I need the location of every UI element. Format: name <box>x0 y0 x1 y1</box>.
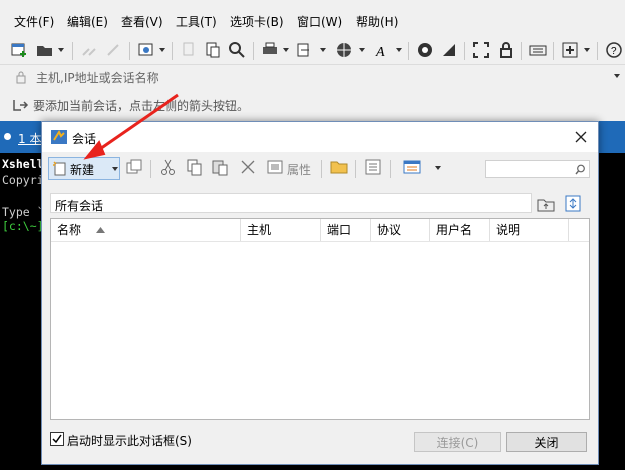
new-button-label: 新建 <box>70 163 95 177</box>
column-name[interactable]: 名称 <box>51 219 241 241</box>
terminal-line: Copyri <box>2 173 44 187</box>
tab-status-dot-icon <box>4 133 11 140</box>
menu-help[interactable]: 帮助(H) <box>356 13 398 30</box>
menu-bar: 文件(F) 编辑(E) 查看(V) 工具(T) 选项卡(B) 窗口(W) 帮助(… <box>0 0 625 38</box>
transfer-icon[interactable] <box>295 41 313 59</box>
session-list-icon[interactable] <box>364 158 382 176</box>
close-button[interactable]: 关闭 <box>506 432 587 452</box>
session-list-header: 名称 主机 端口 协议 用户名 说明 <box>51 219 589 242</box>
menu-tools[interactable]: 工具(T) <box>176 13 217 30</box>
open-folder-icon[interactable] <box>36 41 54 59</box>
folder-path-label: 所有会话 <box>55 199 104 213</box>
svg-text:?: ? <box>611 46 617 57</box>
menu-edit[interactable]: 编辑(E) <box>67 13 108 30</box>
globe-icon[interactable] <box>335 41 353 59</box>
menu-view[interactable]: 查看(V) <box>121 13 163 30</box>
link-icon <box>82 48 96 56</box>
dialog-toolbar: 新建 属性 <box>42 152 598 184</box>
checkmark-icon <box>52 434 62 444</box>
view-icon[interactable] <box>403 158 421 176</box>
column-port[interactable]: 端口 <box>321 219 371 241</box>
sessions-dialog: 会话 新建 属性 所有会话 名称 主机 端口 协议 用户名 说明 启动时显示此对… <box>41 121 599 465</box>
menu-window[interactable]: 窗口(W) <box>297 13 342 30</box>
dialog-titlebar: 会话 <box>42 122 598 152</box>
lock-small-icon <box>16 71 26 84</box>
column-protocol[interactable]: 协议 <box>371 219 430 241</box>
cut-icon[interactable] <box>159 158 177 176</box>
menu-tabs[interactable]: 选项卡(B) <box>230 13 284 30</box>
startup-checkbox[interactable] <box>50 432 64 446</box>
add-tab-icon[interactable] <box>561 41 579 59</box>
copy-toolbar-icon <box>183 42 194 56</box>
lock-icon[interactable] <box>497 41 515 59</box>
sessions-app-icon <box>51 129 67 144</box>
print-icon[interactable] <box>261 41 279 59</box>
new-session-button[interactable]: 新建 <box>48 157 120 180</box>
up-folder-icon[interactable] <box>537 195 555 212</box>
svg-text:A: A <box>375 45 385 59</box>
fullscreen-icon[interactable] <box>472 41 490 59</box>
refresh-icon[interactable] <box>565 195 581 212</box>
new-dropdown-icon[interactable] <box>112 167 118 171</box>
help-icon[interactable]: ? <box>605 41 623 59</box>
properties-icon[interactable] <box>266 158 284 176</box>
copy-icon[interactable] <box>185 158 203 176</box>
terminal-prompt: [c:\~] <box>2 219 44 233</box>
column-username[interactable]: 用户名 <box>430 219 490 241</box>
main-toolbar: A ? <box>0 38 625 64</box>
address-bar[interactable]: 主机,IP地址或会话名称 <box>0 64 625 90</box>
new-session-icon[interactable] <box>10 41 28 59</box>
close-icon[interactable] <box>574 130 588 144</box>
new-folder-icon[interactable] <box>125 158 143 176</box>
delete-icon[interactable] <box>239 158 257 176</box>
folder-path: 所有会话 <box>50 193 532 213</box>
terminal-line: Type ` <box>2 205 44 219</box>
connect-button[interactable]: 连接(C) <box>414 432 501 452</box>
paste-icon[interactable] <box>211 158 229 176</box>
column-description[interactable]: 说明 <box>490 219 569 241</box>
dialog-title: 会话 <box>72 132 97 146</box>
paste-toolbar-icon[interactable] <box>204 41 222 59</box>
hint-text: 要添加当前会话，点击左侧的箭头按钮。 <box>33 99 250 113</box>
address-dropdown-icon[interactable] <box>614 74 620 78</box>
column-name-label: 名称 <box>57 223 82 237</box>
add-session-arrow-icon[interactable] <box>13 98 29 112</box>
properties-label[interactable]: 属性 <box>287 161 311 178</box>
unlink-icon <box>107 44 119 56</box>
sort-ascending-icon <box>96 227 105 233</box>
font-icon[interactable]: A <box>373 41 391 59</box>
xshell-icon[interactable] <box>440 41 458 59</box>
new-icon <box>53 161 66 176</box>
address-placeholder: 主机,IP地址或会话名称 <box>36 71 159 85</box>
hint-bar: 要添加当前会话，点击左侧的箭头按钮。 <box>0 89 625 121</box>
properties-toolbar-icon[interactable] <box>137 41 155 59</box>
folder-icon[interactable] <box>330 158 348 176</box>
tab-session-1[interactable]: 1 本 <box>18 130 41 147</box>
xftp-icon[interactable] <box>416 41 434 59</box>
startup-checkbox-label[interactable]: 启动时显示此对话框(S) <box>67 432 192 449</box>
find-icon[interactable] <box>228 41 246 59</box>
view-dropdown-icon[interactable] <box>435 166 441 170</box>
search-icon[interactable] <box>575 164 586 175</box>
search-input[interactable] <box>485 160 590 178</box>
session-list[interactable]: 名称 主机 端口 协议 用户名 说明 <box>50 218 590 420</box>
menu-file[interactable]: 文件(F) <box>14 13 54 30</box>
terminal-line: Xshell <box>2 157 44 171</box>
keyboard-icon[interactable] <box>529 41 547 59</box>
column-host[interactable]: 主机 <box>241 219 321 241</box>
